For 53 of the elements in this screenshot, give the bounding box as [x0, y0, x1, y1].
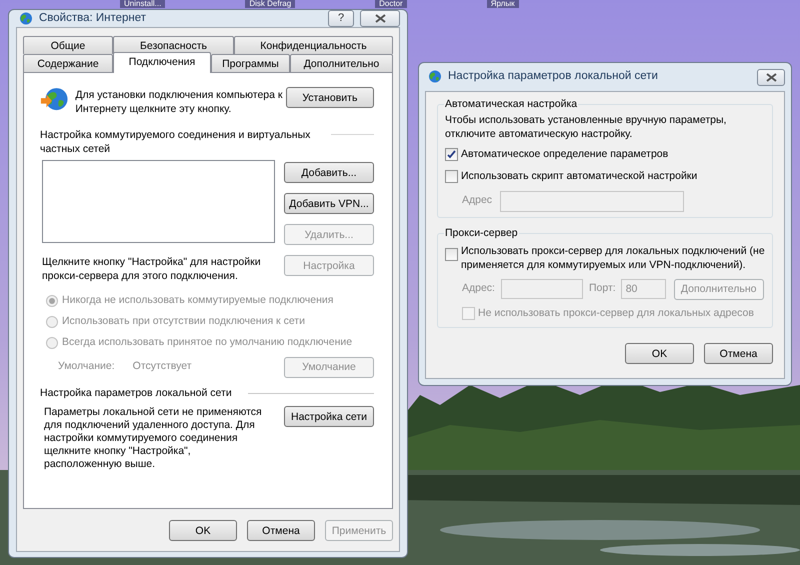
proxy-hint: Щелкните кнопку "Настройка" для настройки прокси-сервера для этого подключения.	[42, 255, 262, 284]
tab[interactable]: Общие	[23, 36, 113, 54]
tab[interactable]: Дополнительно	[290, 54, 393, 72]
desktop-icon-label[interactable]: Doctor	[375, 0, 407, 8]
group-legend: Прокси-сервер	[444, 226, 519, 242]
dialog-button[interactable]: Установить	[286, 87, 374, 108]
dialog-button[interactable]: Отмена	[704, 343, 773, 364]
checkbox-label: Не использовать прокси-сервер для локальных адресов	[478, 306, 754, 320]
close-button[interactable]	[757, 68, 785, 86]
dialog-button[interactable]: Настройка сети	[284, 406, 374, 428]
desktop-icon-label[interactable]: Ярлык	[486, 0, 519, 8]
section-heading: Настройка параметров локальной сети	[40, 386, 232, 400]
field-label: Порт:	[588, 281, 616, 296]
tab[interactable]: Конфиденциальность	[234, 36, 393, 54]
globe-icon	[17, 10, 33, 27]
checkbox[interactable]	[445, 170, 458, 184]
tab[interactable]: Подключения	[113, 52, 211, 74]
checkbox[interactable]	[445, 148, 458, 162]
checkbox[interactable]	[445, 248, 458, 260]
desktop-icon-label[interactable]: Disk Defrag	[245, 0, 296, 8]
dialog-button[interactable]: Добавить VPN...	[284, 193, 374, 214]
field-label: Адрес	[462, 193, 492, 208]
globe-icon	[426, 69, 442, 85]
tab[interactable]: Безопасность	[113, 36, 234, 54]
section-heading: Настройка коммутируемого соединения и виртуальных частных сетей	[40, 128, 312, 156]
lan-description: Параметры локальной сети не применяются для подключений удаленного доступа. Для настройки коммутируемого соединения щелкните кнопку "Настройка", расположенную выше.	[44, 406, 263, 472]
tab[interactable]: Программы	[211, 54, 290, 72]
radio-label: Всегда использовать принятое по умолчанию подключение	[62, 334, 352, 350]
dialog-button[interactable]: OK	[625, 343, 694, 364]
help-button[interactable]: ?	[328, 10, 354, 28]
dialog-button[interactable]: OK	[169, 520, 237, 542]
default-label: Умолчание:	[58, 359, 115, 374]
connections-list[interactable]	[42, 160, 275, 244]
close-button[interactable]	[360, 10, 400, 28]
window-title: Свойства: Интернет	[39, 11, 146, 26]
dialog-button[interactable]: Отмена	[247, 520, 315, 542]
checkbox-label: Использовать скрипт автоматической настройки	[461, 168, 698, 184]
desktop-icon-label[interactable]: Uninstall...	[120, 0, 166, 8]
setup-text: Для установки подключения компьютера к Интернету щелкните эту кнопку.	[75, 88, 284, 116]
default-value: Отсутствует	[132, 359, 192, 374]
radio-label: Никогда не использовать коммутируемые подключения	[62, 293, 334, 308]
field-label: Адрес:	[462, 281, 495, 296]
checkbox-label: Автоматическое определение параметров	[461, 147, 668, 162]
dialog-button[interactable]: Добавить...	[284, 162, 374, 184]
auto-config-hint: Чтобы использовать установленные вручную параметры, отключите автоматическую настройку.	[445, 113, 728, 141]
close-icon	[374, 14, 386, 24]
checkbox-label: Использовать прокси-сервер для локальных подключений (не применяется для коммутируемых или VPN-подключений).	[461, 244, 765, 272]
proxy-address-field[interactable]	[500, 279, 583, 299]
address-field[interactable]	[500, 190, 684, 212]
window-title: Настройка параметров локальной сети	[448, 69, 658, 84]
radio-label: Использовать при отсутствии подключения к сети	[62, 314, 305, 329]
tab[interactable]: Содержание	[23, 54, 113, 72]
close-icon	[766, 72, 776, 82]
